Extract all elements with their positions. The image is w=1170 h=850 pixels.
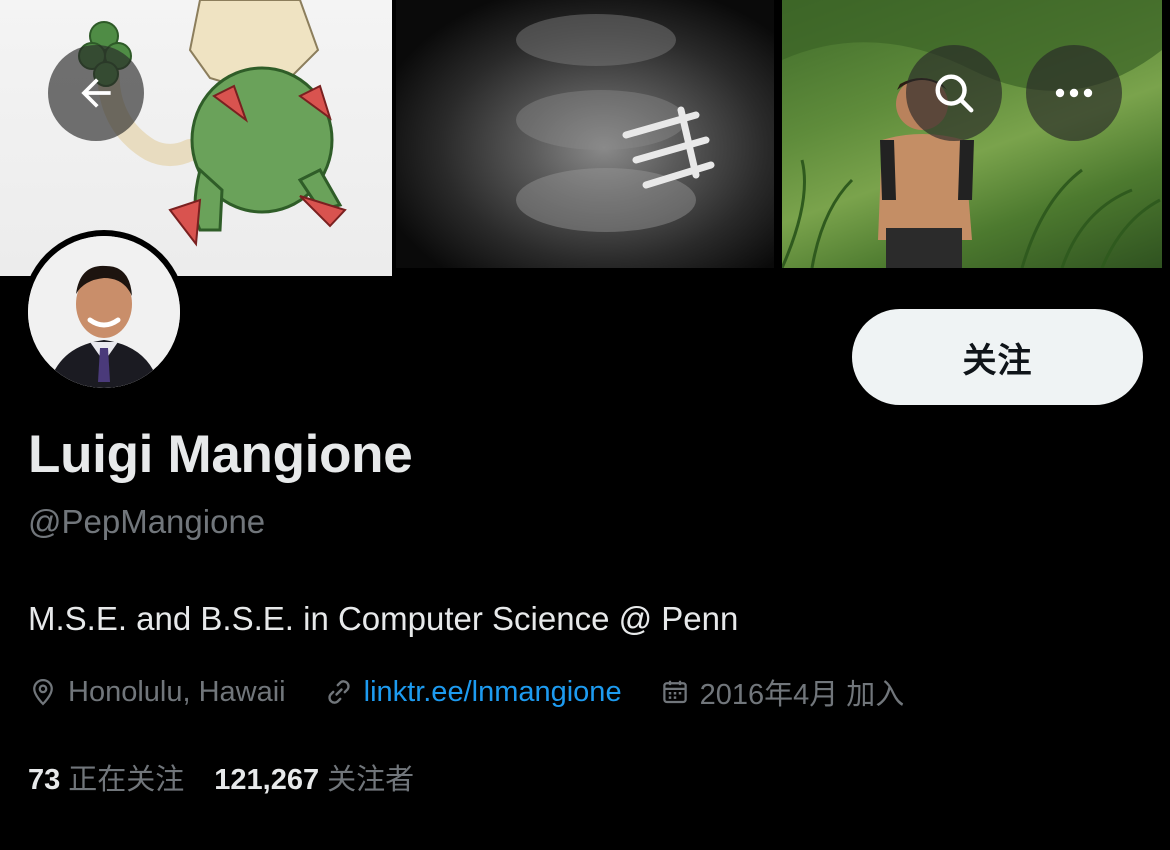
following-stat[interactable]: 73 正在关注 bbox=[28, 756, 184, 798]
profile-bio: M.S.E. and B.S.E. in Computer Science @ … bbox=[28, 600, 739, 637]
followers-stat[interactable]: 121,267 关注者 bbox=[214, 756, 414, 798]
profile-name: Luigi Mangione bbox=[28, 425, 413, 484]
banner-image-xray bbox=[396, 0, 774, 268]
profile-link[interactable]: linktr.ee/lnmangione bbox=[364, 676, 622, 709]
joined-text: 2016年4月 加入 bbox=[699, 679, 905, 711]
banner-image-creature bbox=[0, 0, 392, 276]
search-icon bbox=[935, 74, 974, 113]
avatar[interactable] bbox=[22, 230, 186, 394]
link-icon bbox=[327, 680, 350, 704]
more-horizontal-icon bbox=[1055, 88, 1093, 98]
following-label: 正在关注 bbox=[68, 764, 185, 796]
back-button[interactable] bbox=[48, 45, 144, 141]
profile-handle: @PepMangione bbox=[28, 503, 266, 540]
more-button[interactable] bbox=[1026, 45, 1122, 141]
followers-count: 121,267 bbox=[214, 764, 320, 796]
location-item: Honolulu, Hawaii bbox=[28, 676, 286, 709]
profile-stats: 73 正在关注 121,267 关注者 bbox=[28, 756, 444, 798]
location-text: Honolulu, Hawaii bbox=[68, 675, 286, 708]
following-count: 73 bbox=[28, 764, 61, 796]
location-pin-icon bbox=[33, 678, 53, 706]
calendar-icon bbox=[662, 680, 687, 704]
joined-item: 2016年4月 加入 bbox=[660, 671, 905, 713]
avatar-image bbox=[28, 236, 180, 388]
arrow-left-icon bbox=[81, 78, 111, 108]
profile-meta: Honolulu, Hawaii linktr.ee/lnmangione 20… bbox=[28, 672, 904, 712]
profile-banner[interactable] bbox=[0, 0, 1170, 276]
follow-button[interactable]: 关注 bbox=[852, 309, 1143, 405]
search-button[interactable] bbox=[906, 45, 1002, 141]
link-item[interactable]: linktr.ee/lnmangione bbox=[324, 676, 622, 709]
followers-label: 关注者 bbox=[327, 764, 415, 796]
